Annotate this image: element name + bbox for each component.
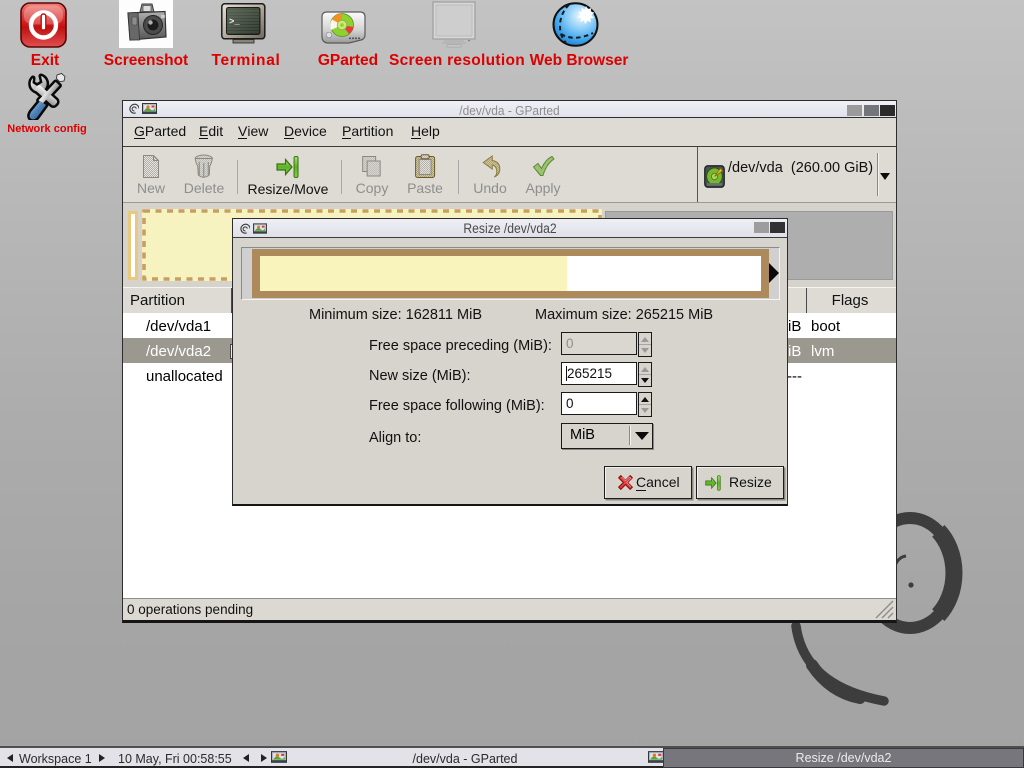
svg-text:>_: >_ — [229, 17, 240, 27]
